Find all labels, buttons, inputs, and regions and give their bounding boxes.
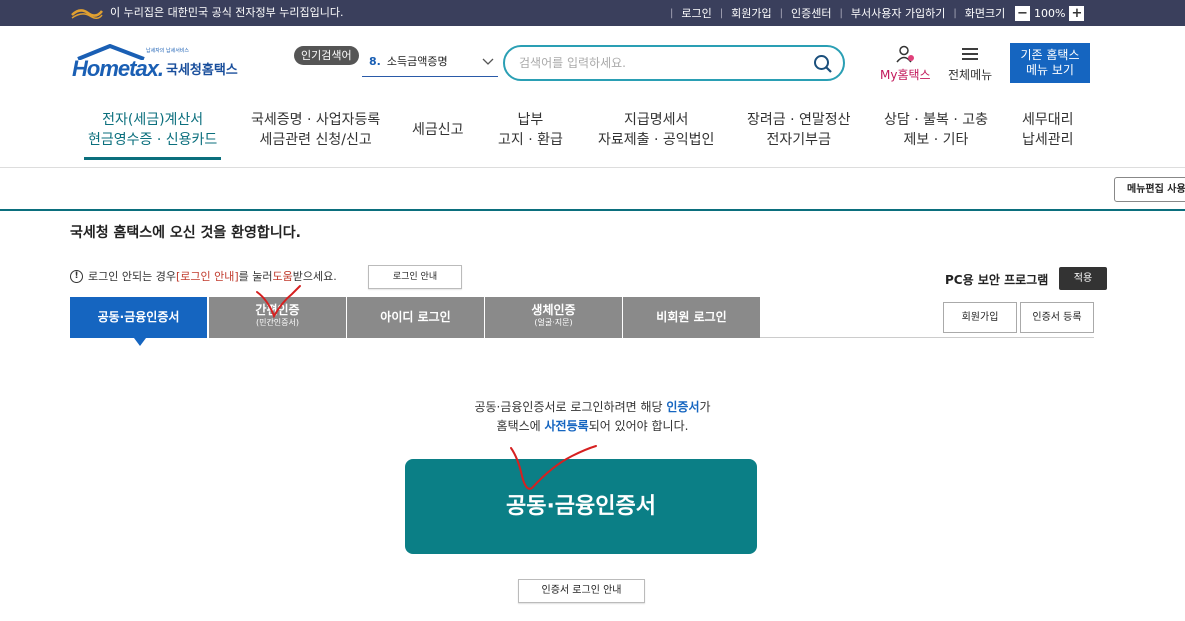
sub-bar: 메뉴편집 사용 (0, 168, 1185, 211)
gov-banner: 이 누리집은 대한민국 공식 전자정부 누리집입니다. | 로그인 | 회원가입 |… (0, 0, 1185, 26)
joint-financial-cert-login-button[interactable]: 공동·금융인증서 (405, 459, 757, 554)
tab-sublabel: (얼굴·지문) (534, 318, 573, 327)
tab-divider (760, 337, 1094, 338)
nav-label: 전자(세금)계산서 (102, 112, 204, 128)
cert-description-line1: 공동·금융인증서로 로그인하려면 해당 인증서가 (0, 397, 1185, 417)
nav-label: 지급명세서 (623, 112, 689, 128)
nav-consulting[interactable]: 상담 · 불복 · 고충제보 · 기타 (884, 110, 988, 150)
login-notice: ! 로그인 안되는 경우 [로그인 안내] 를 눌러 도움 받으세요. (70, 268, 337, 284)
util-login-link[interactable]: 로그인 (681, 5, 711, 21)
util-screen-size-label: 화면크기 (964, 7, 1006, 20)
nav-tax-agent[interactable]: 세무대리납세관리 (1022, 110, 1074, 150)
gov-banner-text: 이 누리집은 대한민국 공식 전자정부 누리집입니다. (110, 6, 344, 19)
util-join-link[interactable]: 회원가입 (731, 5, 771, 21)
search-box (503, 45, 845, 81)
nav-label: 고지 · 환급 (498, 132, 563, 148)
legacy-menu-button[interactable]: 기존 홈택스 메뉴 보기 (1010, 43, 1090, 83)
nav-label: 현금영수증 · 신용카드 (88, 132, 218, 148)
zoom-in-button[interactable]: + (1069, 5, 1085, 21)
zoom-control: − 100% + (1015, 5, 1085, 21)
util-cert-center-link[interactable]: 인증센터 (791, 5, 831, 21)
popular-rank: 8. (369, 55, 381, 68)
nav-payment-statement[interactable]: 지급명세서자료제출 · 공익법인 (598, 110, 714, 150)
nav-label: 전자기부금 (766, 132, 831, 148)
zoom-level: 100% (1034, 6, 1066, 20)
notice-highlight: 도움 (272, 270, 293, 283)
legacy-menu-line1: 기존 홈택스 (1020, 48, 1080, 62)
legacy-menu-line2: 메뉴 보기 (1026, 63, 1074, 77)
join-button[interactable]: 회원가입 (943, 302, 1017, 333)
popular-search-badge: 인기검색어 (294, 46, 359, 65)
cert-register-button[interactable]: 인증서 등록 (1020, 302, 1094, 333)
search-icon[interactable] (813, 54, 833, 74)
notice-text: 로그인 안되는 경우 (88, 270, 176, 283)
tab-biometric[interactable]: 생체인증 (얼굴·지문) (485, 297, 623, 338)
nav-certificate[interactable]: 국세증명 · 사업자등록세금관련 신청/신고 (251, 110, 380, 150)
tab-joint-financial-cert[interactable]: 공동·금융인증서 (70, 297, 208, 346)
desc-highlight: 사전등록 (544, 419, 589, 433)
nav-incentive[interactable]: 장려금 · 연말정산전자기부금 (747, 110, 851, 150)
security-apply-button[interactable]: 적용 (1059, 267, 1107, 290)
nav-label: 세무대리 (1022, 112, 1074, 128)
cert-description-line2: 홈택스에 사전등록되어 있어야 합니다. (0, 416, 1185, 436)
my-hometax-label: My홈택스 (880, 68, 931, 82)
main-navigation: 전자(세금)계산서현금영수증 · 신용카드 국세증명 · 사업자등록세금관련 신… (0, 110, 1185, 168)
tab-label: 공동·금융인증서 (97, 310, 180, 324)
pc-security-label: PC용 보안 프로그램 (945, 273, 1049, 287)
notice-highlight: [로그인 안내] (175, 270, 239, 283)
nav-label: 납부 (517, 112, 544, 128)
nav-label: 상담 · 불복 · 고충 (884, 112, 988, 128)
hometax-logo[interactable]: 납세자의 납세서비스 Hometax. 국세청홈택스 (70, 44, 250, 84)
tab-simple-auth[interactable]: 간편인증 (민간인증서) (209, 297, 347, 338)
logo-korean: 국세청홈택스 (166, 63, 238, 78)
nav-label: 국세증명 · 사업자등록 (251, 112, 381, 128)
zoom-out-button[interactable]: − (1015, 5, 1030, 21)
search-input[interactable] (519, 54, 799, 72)
nav-tax-filing[interactable]: 세금신고 (412, 120, 464, 140)
desc-highlight: 인증서 (666, 400, 700, 414)
nav-label: 자료제출 · 공익법인 (598, 132, 715, 148)
tab-guest-login[interactable]: 비회원 로그인 (623, 297, 761, 338)
tab-label: 간편인증 (255, 303, 300, 317)
nav-e-invoice[interactable]: 전자(세금)계산서현금영수증 · 신용카드 (83, 110, 222, 160)
tab-label: 비회원 로그인 (656, 310, 727, 324)
desc-text: 되어 있어야 합니다. (588, 419, 689, 433)
menu-edit-button[interactable]: 메뉴편집 사용 (1114, 177, 1185, 202)
logo-wordmark: Hometax. (72, 56, 164, 81)
user-icon (896, 45, 915, 63)
nav-label: 납세관리 (1022, 132, 1074, 148)
notice-text: 받으세요. (292, 270, 337, 283)
nav-label: 제보 · 기타 (903, 132, 969, 148)
utility-links: | 로그인 | 회원가입 | 인증센터 | 부서사용자 가입하기 | 화면크기 (670, 5, 1006, 21)
logo-tagline: 납세자의 납세서비스 (146, 48, 189, 54)
hometax-page: 이 누리집은 대한민국 공식 전자정부 누리집입니다. | 로그인 | 회원가입 |… (0, 0, 1185, 621)
desc-text: 공동·금융인증서로 로그인하려면 해당 (474, 400, 667, 414)
gov-emblem-icon (71, 9, 103, 19)
notice-text: 를 눌러 (238, 270, 273, 283)
popular-term: 소득금액증명 (386, 55, 448, 68)
my-hometax-button[interactable]: My홈택스 (880, 45, 931, 83)
exclamation-icon: ! (70, 269, 83, 283)
chevron-down-icon (482, 58, 494, 65)
tab-sublabel: (민간인증서) (255, 318, 300, 327)
all-menu-label: 전체메뉴 (948, 68, 993, 82)
nav-label: 세금관련 신청/신고 (259, 132, 372, 148)
nav-label: 장려금 · 연말정산 (747, 112, 851, 128)
tab-label: 생체인증 (531, 303, 576, 317)
cert-login-guide-button[interactable]: 인증서 로그인 안내 (518, 579, 645, 603)
login-guide-button[interactable]: 로그인 안내 (368, 265, 462, 289)
nav-payment[interactable]: 납부고지 · 환급 (498, 110, 563, 150)
popular-search-dropdown[interactable]: 8. 소득금액증명 (362, 51, 498, 77)
welcome-heading: 국세청 홈택스에 오신 것을 환영합니다. (70, 225, 301, 241)
all-menu-button[interactable]: 전체메뉴 (948, 45, 992, 83)
desc-text: 가 (699, 400, 711, 414)
desc-text: 홈택스에 (496, 419, 545, 433)
hamburger-menu-icon (962, 48, 979, 60)
nav-label: 세금신고 (412, 122, 464, 138)
util-dept-user-link[interactable]: 부서사용자 가입하기 (851, 5, 946, 21)
tab-label: 아이디 로그인 (380, 310, 451, 324)
tab-id-login[interactable]: 아이디 로그인 (347, 297, 485, 338)
